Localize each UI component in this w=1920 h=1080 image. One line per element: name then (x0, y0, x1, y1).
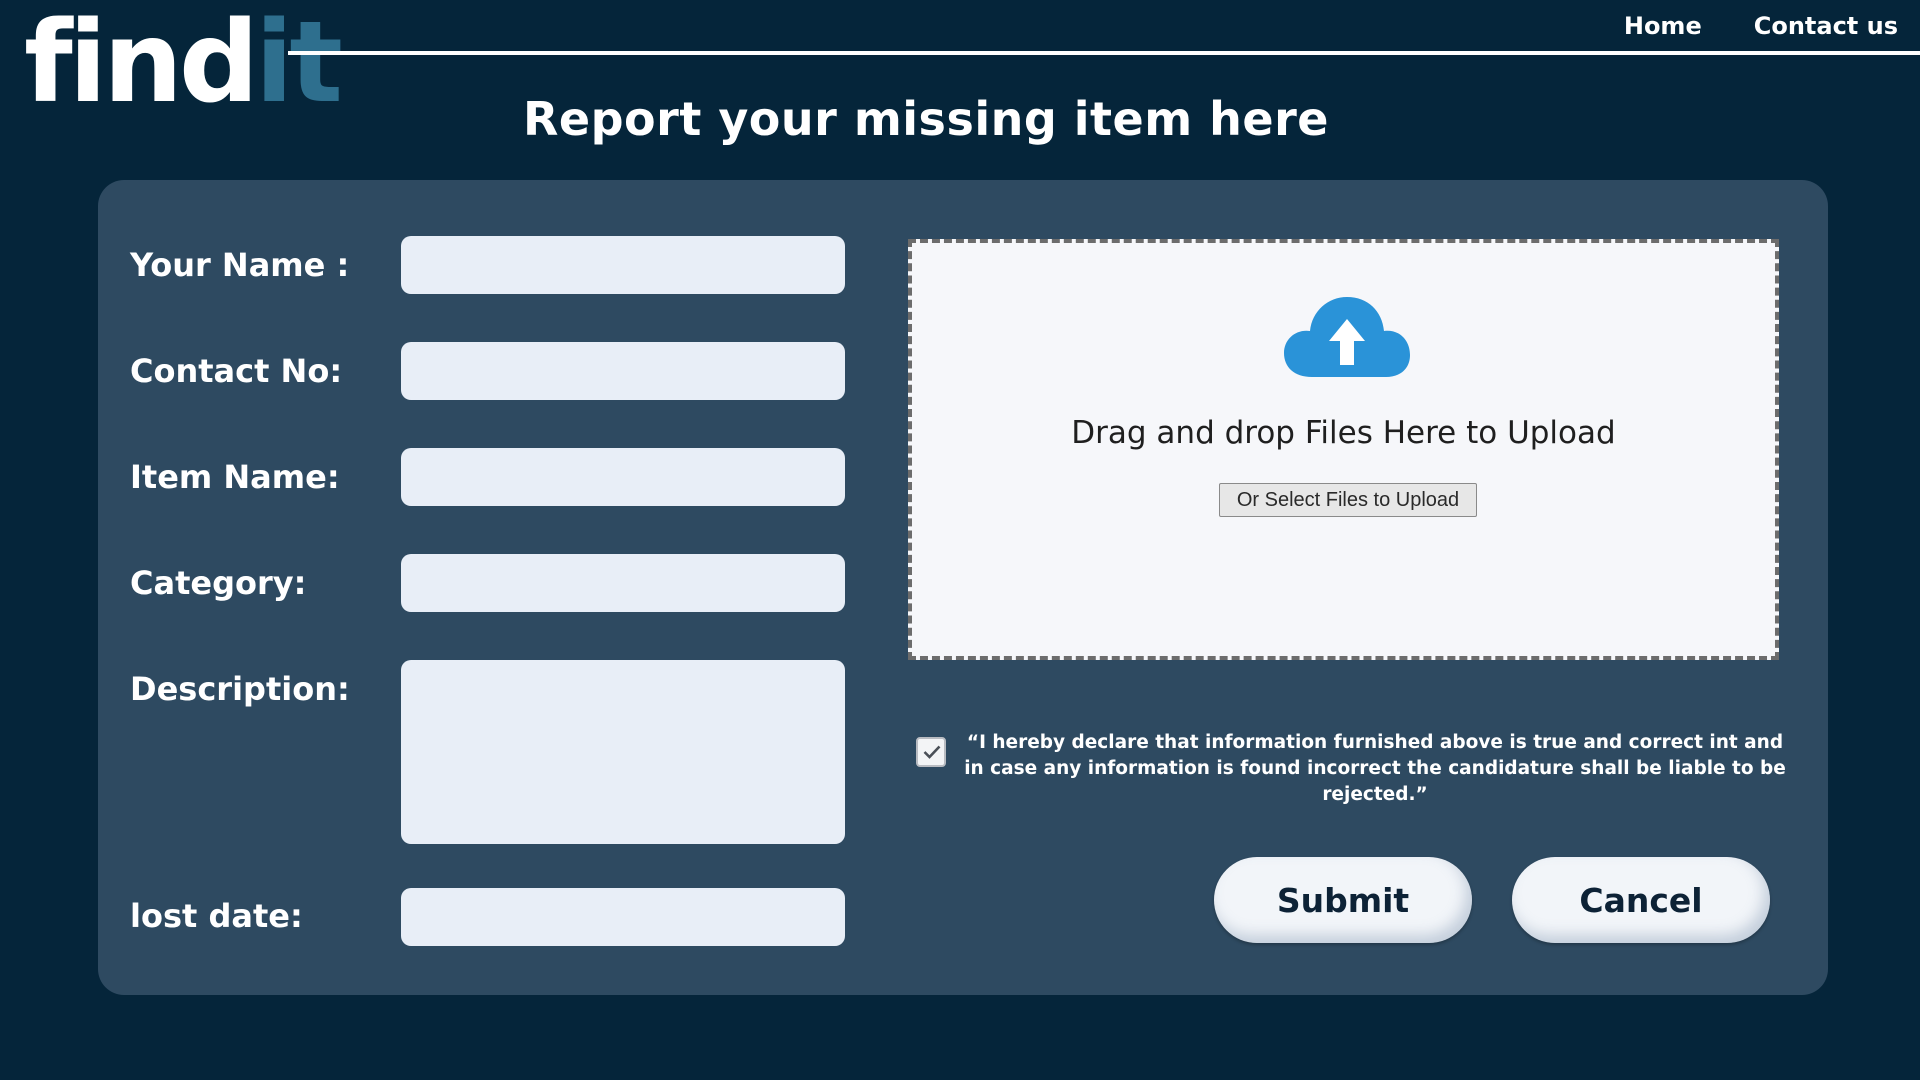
contact-input[interactable] (401, 342, 845, 400)
submit-button[interactable]: Submit (1214, 857, 1472, 943)
lost-date-label: lost date: (130, 897, 303, 935)
declaration-checkbox[interactable] (916, 737, 946, 767)
nav-contact-link[interactable]: Contact us (1754, 12, 1898, 40)
header-divider (288, 51, 1920, 55)
category-input[interactable] (401, 554, 845, 612)
name-label: Your Name : (130, 246, 350, 284)
page: find it Home Contact us Report your missi… (0, 0, 1920, 1080)
cancel-button[interactable]: Cancel (1512, 857, 1770, 943)
item-name-input[interactable] (401, 448, 845, 506)
contact-label: Contact No: (130, 352, 343, 390)
top-nav: Home Contact us (1624, 12, 1898, 40)
description-textarea[interactable] (401, 660, 845, 844)
category-label: Category: (130, 564, 307, 602)
nav-home-link[interactable]: Home (1624, 12, 1702, 40)
report-form-card: Your Name : Contact No: Item Name: Categ… (98, 180, 1828, 995)
item-name-label: Item Name: (130, 458, 340, 496)
lost-date-input[interactable] (401, 888, 845, 946)
drop-zone-text: Drag and drop Files Here to Upload (1071, 415, 1616, 451)
name-input[interactable] (401, 236, 845, 294)
select-files-button[interactable]: Or Select Files to Upload (1219, 483, 1477, 517)
declaration-text: “I hereby declare that information furni… (964, 732, 1786, 805)
file-drop-zone[interactable]: Drag and drop Files Here to Upload Or Se… (908, 239, 1779, 660)
page-title: Report your missing item here (522, 92, 1330, 146)
checkmark-icon (923, 745, 941, 759)
description-label: Description: (130, 670, 350, 708)
cloud-upload-icon (1284, 297, 1410, 377)
